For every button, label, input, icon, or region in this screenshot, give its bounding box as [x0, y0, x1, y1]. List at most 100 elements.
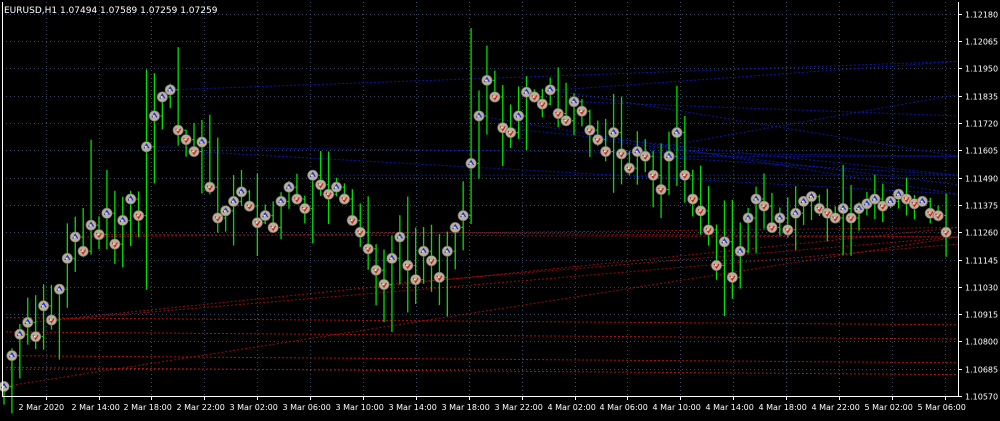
trade-marker	[85, 219, 97, 231]
trade-marker	[402, 259, 414, 271]
trade-marker	[837, 202, 849, 214]
trade-marker	[710, 259, 722, 271]
marker-dot	[793, 212, 796, 215]
trade-marker	[465, 157, 477, 169]
x-tick-label: 3 Mar 22:00	[495, 403, 543, 412]
marker-dot	[437, 276, 440, 279]
marker-dot	[374, 269, 376, 272]
marker-dot	[651, 174, 653, 177]
trade-marker	[703, 224, 715, 236]
trade-marker	[552, 108, 564, 120]
marker-dot	[770, 226, 772, 229]
marker-dot	[778, 217, 780, 219]
y-tick-label: 1.11720	[965, 120, 998, 129]
trade-marker	[156, 91, 168, 103]
marker-dot	[928, 212, 931, 215]
trade-marker	[805, 191, 817, 203]
marker-dot	[57, 288, 60, 290]
x-tick-label: 3 Mar 18:00	[442, 403, 490, 412]
x-tick-label: 4 Mar 22:00	[812, 403, 860, 412]
trade-marker	[291, 193, 303, 205]
marker-dot	[97, 233, 99, 236]
x-tick-label: 2 Mar 14:00	[72, 403, 120, 412]
x-tick-label: 2 Mar 2020	[19, 403, 65, 412]
trade-marker	[93, 229, 105, 241]
trade-marker	[560, 115, 572, 127]
marker-dot	[896, 193, 899, 196]
marker-dot	[200, 141, 202, 143]
marker-dot	[825, 212, 828, 215]
chart-canvas[interactable]: 1.12180 1.12065 1.11950 1.11835 1.11720 1.116…	[0, 0, 1000, 417]
marker-dot	[762, 205, 764, 207]
marker-dot	[287, 186, 289, 188]
marker-dot	[247, 205, 250, 207]
marker-dot	[841, 207, 843, 210]
trade-marker	[513, 110, 525, 122]
trade-marker	[505, 127, 517, 139]
marker-dot	[580, 110, 582, 112]
trade-marker	[576, 105, 588, 117]
y-tick-label: 1.11835	[965, 93, 998, 102]
x-tick-label: 4 Mar 06:00	[600, 403, 648, 412]
marker-dot	[89, 224, 91, 226]
y-tick-label: 1.11950	[965, 65, 998, 74]
trade-marker	[315, 179, 327, 191]
price-chart[interactable]: 1.12180 1.12065 1.11950 1.11835 1.11720 1.116…	[0, 0, 1000, 417]
marker-dot	[801, 200, 804, 203]
trade-marker	[251, 217, 263, 229]
trade-marker	[394, 231, 406, 243]
trade-marker	[6, 350, 18, 362]
marker-dot	[461, 214, 463, 217]
trade-marker	[916, 195, 928, 207]
y-tick-label: 1.11375	[965, 202, 998, 211]
marker-dot	[469, 162, 471, 165]
trade-marker	[679, 169, 691, 181]
trade-marker	[473, 110, 485, 122]
marker-dot	[413, 278, 416, 281]
marker-dot	[326, 193, 329, 196]
marker-dot	[912, 202, 915, 205]
trade-marker	[782, 224, 794, 236]
trade-marker	[228, 195, 240, 207]
trade-marker	[742, 212, 754, 224]
marker-dot	[944, 231, 946, 234]
trade-marker	[608, 127, 620, 139]
trade-marker	[449, 221, 461, 233]
marker-dot	[532, 96, 535, 98]
marker-dot	[390, 257, 392, 260]
marker-dot	[746, 217, 748, 219]
trade-marker	[481, 74, 493, 86]
marker-dot	[627, 167, 630, 169]
trade-marker	[117, 214, 129, 226]
marker-dot	[223, 210, 226, 212]
marker-dot	[540, 103, 543, 105]
marker-dot	[215, 217, 218, 219]
trade-marker	[299, 202, 311, 214]
marker-dot	[865, 202, 867, 205]
y-tick-label: 1.10685	[965, 366, 998, 375]
marker-dot	[833, 217, 836, 219]
y-tick-label: 1.10915	[965, 311, 998, 320]
marker-dot	[263, 214, 266, 217]
marker-dot	[508, 131, 511, 134]
trade-marker	[323, 188, 335, 200]
trade-marker	[790, 207, 802, 219]
trade-marker	[869, 193, 881, 205]
marker-dot	[25, 321, 28, 324]
marker-dot	[41, 305, 44, 307]
trade-marker	[647, 169, 659, 181]
trade-marker	[418, 245, 430, 257]
marker-dot	[556, 112, 558, 115]
y-tick-label: 1.11030	[965, 284, 998, 293]
trade-marker	[243, 200, 255, 212]
marker-dot	[168, 89, 171, 91]
trade-marker	[267, 221, 279, 233]
trade-marker	[196, 136, 208, 148]
y-tick-label: 1.10800	[965, 338, 998, 347]
trade-marker	[671, 127, 683, 139]
marker-dot	[152, 115, 155, 117]
marker-dot	[105, 212, 107, 215]
marker-dot	[698, 210, 701, 212]
trade-marker	[125, 193, 137, 205]
marker-dot	[619, 153, 622, 155]
